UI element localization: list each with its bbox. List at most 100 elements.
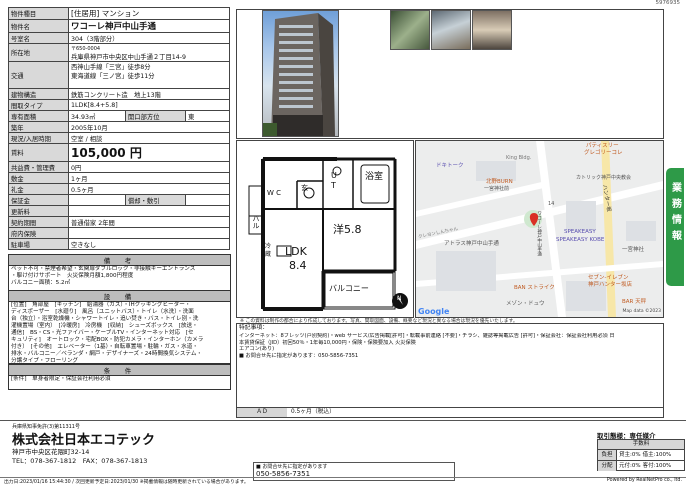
- map-label-gregory: グレゴリーコレ: [584, 150, 623, 156]
- struct-value: 鉄筋コンクリート造 地上13階: [68, 88, 230, 100]
- row1-right: 借主:100%: [642, 452, 672, 458]
- lobby-photo: [472, 10, 512, 50]
- room-label: 号室名: [8, 32, 69, 44]
- ad-row: ＡＤ 0.5ヶ月（税込）: [236, 407, 664, 418]
- amort-label: 償却・敷引: [125, 194, 186, 206]
- facilities-lines: [位置] 角部屋 [キッチン] 給湯器（ガス）・IHクッキングヒーター・ ディスポ…: [9, 302, 230, 365]
- parking-label: 駐車場: [8, 238, 69, 250]
- status-value: 空室 / 相談: [68, 132, 230, 144]
- spec-table: 物件種目 [住居用] マンション 物件名 ワコーレ神戸中山手通 号室名 304（3階部…: [8, 7, 230, 250]
- row2-value: 元付:0%: [619, 463, 641, 469]
- map-label-hokuto: 北野BURN: [486, 179, 513, 185]
- facilities-title: 設 備: [9, 291, 230, 302]
- contact-label: ■ お問合せ先に指定があります: [256, 464, 328, 470]
- ad-value: 0.5ヶ月（税込）: [291, 409, 336, 415]
- torihiki-table: 手数料 負担 貸主:0% 借主:100% 分配 元付:0% 客付:100%: [597, 439, 685, 471]
- type-label: 物件種目: [8, 7, 69, 20]
- contract-value: 普通借家 2年間: [68, 216, 230, 228]
- map-label-athra: アトラス神戸中山手通: [444, 241, 499, 247]
- remarks-line-3: バルコニー面積：5.2㎡: [11, 279, 71, 286]
- fee-label: 共益費・管理費: [8, 161, 69, 173]
- amort-value: [185, 194, 230, 206]
- facilities-line: 濯機置場（室内） [冷暖房] 冷房機 [収納] シューズボックス [放送・: [11, 322, 198, 329]
- map-label-dokito: ドキトーク: [436, 163, 464, 169]
- western-label: 洋: [333, 223, 344, 236]
- floorplan-ldk-label: LDK: [285, 245, 307, 258]
- map-label-speakeasy1: SPEAKEASY: [564, 229, 596, 235]
- special-notes-box: 特記事項： インターネット：8フレッツ(戸別契約)・web サービス/広告掲載[…: [236, 323, 664, 408]
- row1-value: 貸主:0%: [619, 452, 641, 458]
- facilities-line: 排水・バルコニー／ベランダ・網戸・デザイナーズ・24時間換気システム・: [11, 350, 203, 357]
- rent-value: 105,000 円: [68, 143, 230, 162]
- company-block: 兵庫県知事免許(3)第11311号 株式会社日本エコテック 神戸市中央区花隈町3…: [0, 420, 686, 465]
- area-label: 専有面積: [8, 110, 69, 122]
- torihiki-row-1: 負担 貸主:0% 借主:100%: [598, 450, 684, 461]
- rent-label: 賃料: [8, 143, 69, 162]
- special-title: 特記事項：: [239, 325, 268, 331]
- map-label-speakeasy2: SPEAKEASY KOBE: [556, 237, 605, 243]
- facilities-line: 付き） [その他] エレベーター（1基）・自転車置場・駐輪・ガス・水道・: [11, 343, 198, 350]
- facilities-line: キュリティ] オートロック・宅配BOX・防犯カメラ・インターホン（カメラ: [11, 336, 204, 343]
- map-label-ichinomiya2: 一宮神社: [622, 247, 645, 253]
- built-label: 築年: [8, 121, 69, 133]
- floorplan-balcony-bottom: バルコニー: [329, 284, 369, 293]
- contract-label: 契約期間: [8, 216, 69, 228]
- guarantee-label: 保証金: [8, 194, 69, 206]
- renew-value: [68, 205, 230, 217]
- status-label: 現況/入居時期: [8, 132, 69, 144]
- fee-value: 0円: [68, 161, 230, 173]
- map-label-maison: メゾン・ドュウ: [506, 301, 545, 307]
- floorplan-drawing: [248, 157, 408, 311]
- deposit-label: 敷金: [8, 172, 69, 184]
- special-line-1: インターネット：8フレッツ(戸別契約)・web サービス/広告掲載[許可]・転載…: [239, 333, 615, 340]
- area-value: 34.93㎡: [68, 110, 126, 122]
- map-copyright: Map data ©2023: [622, 309, 661, 314]
- struct-label: 建物構造: [8, 88, 69, 100]
- dir-value: 東: [185, 110, 230, 122]
- side-tab-label: 業務情報: [669, 182, 681, 246]
- entrance-photo-1: [390, 10, 430, 50]
- floorplan-ldk-size: 8.4: [289, 259, 307, 272]
- map-label-seven2: 神戸ハンター坂店: [588, 282, 633, 288]
- floorplan-box: LDK 8.4 洋5.8 バル バルコニー W C 玄 UT 浴室 冷 蔵 N: [236, 140, 414, 318]
- property-name: ワコーレ神戸中山手通: [68, 19, 230, 33]
- building-illustration: [263, 13, 335, 136]
- row1-label: 負担: [598, 450, 617, 460]
- layout-label: 間取タイプ: [8, 99, 69, 111]
- facilities-line: [位置] 角部屋 [キッチン] 給湯器（ガス）・IHクッキングヒーター・: [11, 302, 191, 308]
- company-tel: TEL：078-367-1812: [12, 457, 77, 465]
- map-box[interactable]: King Bldg. ドキトーク 北野BURN 一宮神社前 クレヨンしんちゃん …: [415, 140, 664, 318]
- company-phones: TEL：078-367-1812 FAX：078-367-1813: [12, 455, 147, 465]
- parking-value: 空きなし: [68, 238, 230, 250]
- map-label-seven1: セブン-イレブン: [588, 275, 629, 281]
- map-label-wacore: ワコーレ神戸中山手通: [536, 211, 542, 256]
- floorplan-bath: 浴室: [365, 172, 384, 182]
- side-tab[interactable]: 業務情報: [666, 168, 684, 286]
- dir-label: 開口部方位: [125, 110, 186, 122]
- guarantee-value: [68, 194, 126, 206]
- layout-value: 1LDK[8.4+5.8]: [68, 99, 230, 111]
- floorplan-kura: 蔵: [265, 251, 272, 258]
- row2-label: 分配: [598, 461, 617, 471]
- western-size: 5.8: [344, 223, 362, 236]
- ut-u: U: [331, 171, 337, 180]
- map-label-king: King Bldg.: [506, 155, 532, 161]
- key-value: 0.5ヶ月: [68, 183, 230, 195]
- torihiki-row-2: 分配 元付:0% 客付:100%: [598, 461, 684, 471]
- renew-label: 更新料: [8, 205, 69, 217]
- floorplan-western: 洋5.8: [333, 221, 362, 237]
- facilities-line: ディスポーザー [水廻り] 風呂（ユニットバス）・トイレ（水洗）・洗面: [11, 308, 194, 315]
- map-label-ban: BAN ストライク: [514, 285, 555, 291]
- map-label-bar: BAR 天秤: [622, 299, 647, 305]
- floorplan-balcony-left: バル: [252, 215, 260, 229]
- remarks-line-1: ペット不可・禁煙者希望・玄関扉ダブルロック・非接触キーエントランス: [11, 266, 196, 272]
- floorplan-wc: W C: [267, 189, 282, 197]
- map-label-patisserie: パティスリー: [586, 143, 619, 149]
- map-label-catholic: カトリック神戸中央教会: [576, 175, 632, 181]
- room-value: 304（3階部分）: [68, 32, 230, 44]
- ad-label: ＡＤ: [237, 408, 287, 417]
- company-fax: FAX：078-367-1813: [82, 457, 148, 465]
- building-photo: [262, 10, 339, 137]
- addr-cell: 〒650-0004 兵庫県神戸市中央区中山手通２丁目14-9: [68, 43, 230, 62]
- traffic-label: 交通: [8, 61, 69, 89]
